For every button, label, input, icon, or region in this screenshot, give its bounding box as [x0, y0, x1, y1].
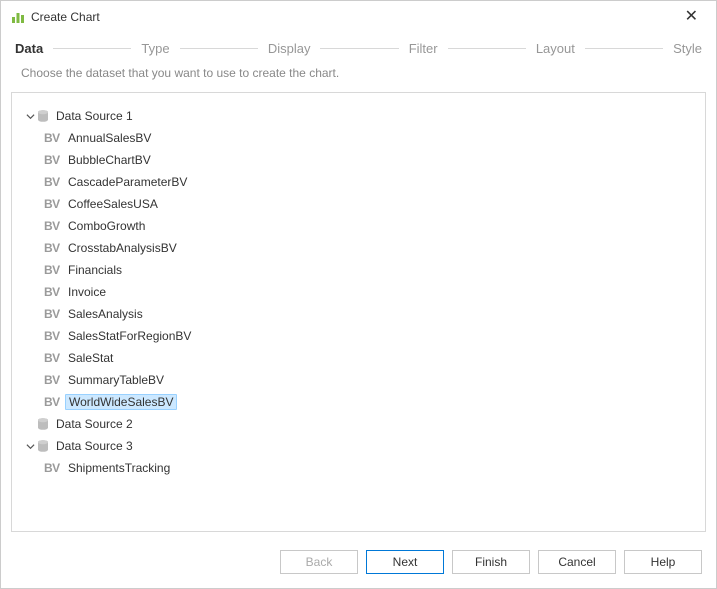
- tree-item-label: BubbleChartBV: [66, 152, 153, 168]
- bv-icon: BV: [44, 219, 64, 233]
- step-separator: [585, 48, 663, 49]
- step-display[interactable]: Display: [268, 41, 311, 56]
- bv-icon: BV: [44, 461, 64, 475]
- tree-item[interactable]: BVSummaryTableBV: [20, 369, 697, 391]
- tree-item-label: WorldWideSalesBV: [65, 394, 177, 410]
- tree-node-label: Data Source 2: [54, 416, 135, 432]
- tree-item[interactable]: BVInvoice: [20, 281, 697, 303]
- tree-item[interactable]: BVSalesStatForRegionBV: [20, 325, 697, 347]
- tree-item-label: Financials: [66, 262, 124, 278]
- tree-item-label: SaleStat: [66, 350, 115, 366]
- tree-item[interactable]: BVWorldWideSalesBV: [20, 391, 697, 413]
- step-separator: [448, 48, 526, 49]
- chart-app-icon: [11, 10, 25, 24]
- tree-item[interactable]: BVSaleStat: [20, 347, 697, 369]
- step-separator: [53, 48, 131, 49]
- tree-item[interactable]: BVShipmentsTracking: [20, 457, 697, 479]
- tree-datasource-3[interactable]: Data Source 3: [20, 435, 697, 457]
- tree-item-label: ComboGrowth: [66, 218, 147, 234]
- database-icon: [36, 439, 50, 453]
- help-button[interactable]: Help: [624, 550, 702, 574]
- dataset-tree: Data Source 1 BVAnnualSalesBVBVBubbleCha…: [20, 105, 697, 479]
- tree-item[interactable]: BVCoffeeSalesUSA: [20, 193, 697, 215]
- step-filter[interactable]: Filter: [409, 41, 438, 56]
- database-icon: [36, 109, 50, 123]
- tree-item[interactable]: BVComboGrowth: [20, 215, 697, 237]
- step-style[interactable]: Style: [673, 41, 702, 56]
- close-icon[interactable]: ✕: [677, 7, 706, 27]
- back-button: Back: [280, 550, 358, 574]
- bv-icon: BV: [44, 263, 64, 277]
- bv-icon: BV: [44, 197, 64, 211]
- step-data[interactable]: Data: [15, 41, 43, 56]
- tree-item-label: CascadeParameterBV: [66, 174, 189, 190]
- tree-item-label: Invoice: [66, 284, 108, 300]
- cancel-button[interactable]: Cancel: [538, 550, 616, 574]
- chevron-down-icon[interactable]: [24, 442, 36, 451]
- tree-datasource-1[interactable]: Data Source 1: [20, 105, 697, 127]
- step-separator: [320, 48, 398, 49]
- tree-item-label: CoffeeSalesUSA: [66, 196, 160, 212]
- bv-icon: BV: [44, 153, 64, 167]
- tree-item[interactable]: BVCrosstabAnalysisBV: [20, 237, 697, 259]
- dataset-tree-panel: Data Source 1 BVAnnualSalesBVBVBubbleCha…: [11, 92, 706, 532]
- wizard-steps: Data Type Display Filter Layout Style: [1, 33, 716, 62]
- tree-node-label: Data Source 3: [54, 438, 135, 454]
- bv-icon: BV: [44, 241, 64, 255]
- tree-item-label: SalesAnalysis: [66, 306, 145, 322]
- step-layout[interactable]: Layout: [536, 41, 575, 56]
- wizard-subtitle: Choose the dataset that you want to use …: [1, 62, 716, 92]
- tree-item[interactable]: BVAnnualSalesBV: [20, 127, 697, 149]
- tree-item-label: CrosstabAnalysisBV: [66, 240, 179, 256]
- finish-button[interactable]: Finish: [452, 550, 530, 574]
- tree-item[interactable]: BVFinancials: [20, 259, 697, 281]
- step-separator: [180, 48, 258, 49]
- bv-icon: BV: [44, 131, 64, 145]
- tree-item[interactable]: BVCascadeParameterBV: [20, 171, 697, 193]
- tree-node-label: Data Source 1: [54, 108, 135, 124]
- bv-icon: BV: [44, 285, 64, 299]
- chevron-down-icon[interactable]: [24, 112, 36, 121]
- titlebar: Create Chart ✕: [1, 1, 716, 33]
- tree-item[interactable]: BVSalesAnalysis: [20, 303, 697, 325]
- bv-icon: BV: [44, 175, 64, 189]
- tree-item-label: AnnualSalesBV: [66, 130, 153, 146]
- tree-item[interactable]: BVBubbleChartBV: [20, 149, 697, 171]
- tree-datasource-2[interactable]: Data Source 2: [20, 413, 697, 435]
- tree-item-label: SummaryTableBV: [66, 372, 166, 388]
- wizard-footer: Back Next Finish Cancel Help: [1, 540, 716, 588]
- bv-icon: BV: [44, 329, 64, 343]
- bv-icon: BV: [44, 307, 64, 321]
- tree-item-label: SalesStatForRegionBV: [66, 328, 193, 344]
- window-title: Create Chart: [31, 10, 100, 24]
- bv-icon: BV: [44, 351, 64, 365]
- database-icon: [36, 417, 50, 431]
- bv-icon: BV: [44, 373, 64, 387]
- bv-icon: BV: [44, 395, 64, 409]
- tree-item-label: ShipmentsTracking: [66, 460, 172, 476]
- next-button[interactable]: Next: [366, 550, 444, 574]
- step-type[interactable]: Type: [141, 41, 169, 56]
